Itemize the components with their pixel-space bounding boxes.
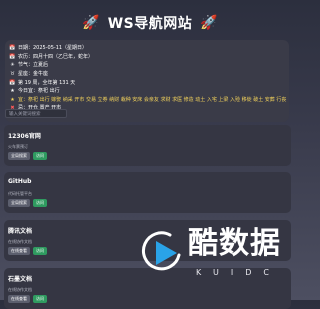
calendar-icon: 📅 <box>9 45 16 52</box>
info-text: 农历：四月十四（乙巳年，蛇年） <box>18 53 94 60</box>
visit-button[interactable]: 访问 <box>33 199 47 207</box>
site-desc: 在线协作文档 <box>8 287 32 292</box>
search-input[interactable] <box>5 109 67 118</box>
weather-icon: ☀ <box>10 62 15 69</box>
site-card-github: GitHub 代码托管平台 全局搜索 访问 <box>4 172 291 213</box>
info-text: 宜：祭祀 出行 嫁娶 纳采 开市 交易 立券 纳财 栽种 安床 会亲友 求财 求… <box>18 96 287 103</box>
view-online-button[interactable]: 在线查看 <box>8 247 30 255</box>
star-icon: ★ <box>10 88 15 95</box>
info-text: 节气：立夏后 <box>18 62 49 69</box>
site-title-text: 石墨文档 <box>8 276 33 283</box>
zodiac-icon: ♉ <box>10 71 15 78</box>
play-logo-icon <box>142 231 181 271</box>
search-all-button[interactable]: 全局搜索 <box>8 199 30 207</box>
rocket-icon: 🚀 <box>200 15 218 31</box>
calendar-icon: 📅 <box>9 79 16 86</box>
site-desc: 在线协作文档 <box>8 239 32 244</box>
info-text: 日期：2025-05-11（星期日） <box>18 45 88 52</box>
site-card-12306: 12306官网 火车票预订 全局搜索 访问 <box>4 125 291 166</box>
site-title-text: 12306官网 <box>8 133 41 140</box>
rocket-icon: 🚀 <box>82 15 100 31</box>
info-text: 今日宜：祭祀 出行 <box>18 88 60 95</box>
site-desc: 代码托管平台 <box>8 191 32 196</box>
visit-button[interactable]: 访问 <box>33 295 47 303</box>
search-all-button[interactable]: 全局搜索 <box>8 152 30 160</box>
view-online-button[interactable]: 在线查看 <box>8 295 30 303</box>
info-line-suitable: ★ 宜：祭祀 出行 嫁娶 纳采 开市 交易 立券 纳财 栽种 安床 会亲友 求财… <box>9 96 289 105</box>
visit-button[interactable]: 访问 <box>33 247 47 255</box>
site-header: 🚀 WS导航网站 🚀 <box>0 12 300 34</box>
info-text: 第 19 周，全年第 131 天 <box>18 79 76 86</box>
site-title-text: 腾讯文档 <box>8 228 33 235</box>
site-title: WS导航网站 <box>107 16 193 32</box>
visit-button[interactable]: 访问 <box>33 152 47 160</box>
info-line-lunar: 📅 农历：四月十四（乙巳年，蛇年） <box>9 53 289 62</box>
calendar-icon: 📅 <box>9 53 16 60</box>
watermark-subtext: KUIDC <box>196 268 281 277</box>
info-line-today-good: ★ 今日宜：祭祀 出行 <box>9 87 289 96</box>
watermark: 酷数据 KUIDC <box>140 220 302 300</box>
star-icon: ★ <box>10 96 15 103</box>
watermark-text: 酷数据 <box>188 226 281 261</box>
info-line-solar-term: ☀ 节气：立夏后 <box>9 61 289 70</box>
info-line-week: 📅 第 19 周，全年第 131 天 <box>9 78 289 87</box>
site-title-text: GitHub <box>8 178 32 185</box>
site-desc: 火车票预订 <box>8 144 28 149</box>
info-line-zodiac: ♉ 星座：金牛座 <box>9 70 289 79</box>
info-text: 星座：金牛座 <box>18 71 49 78</box>
info-line-date: 📅 日期：2025-05-11（星期日） <box>9 44 289 53</box>
